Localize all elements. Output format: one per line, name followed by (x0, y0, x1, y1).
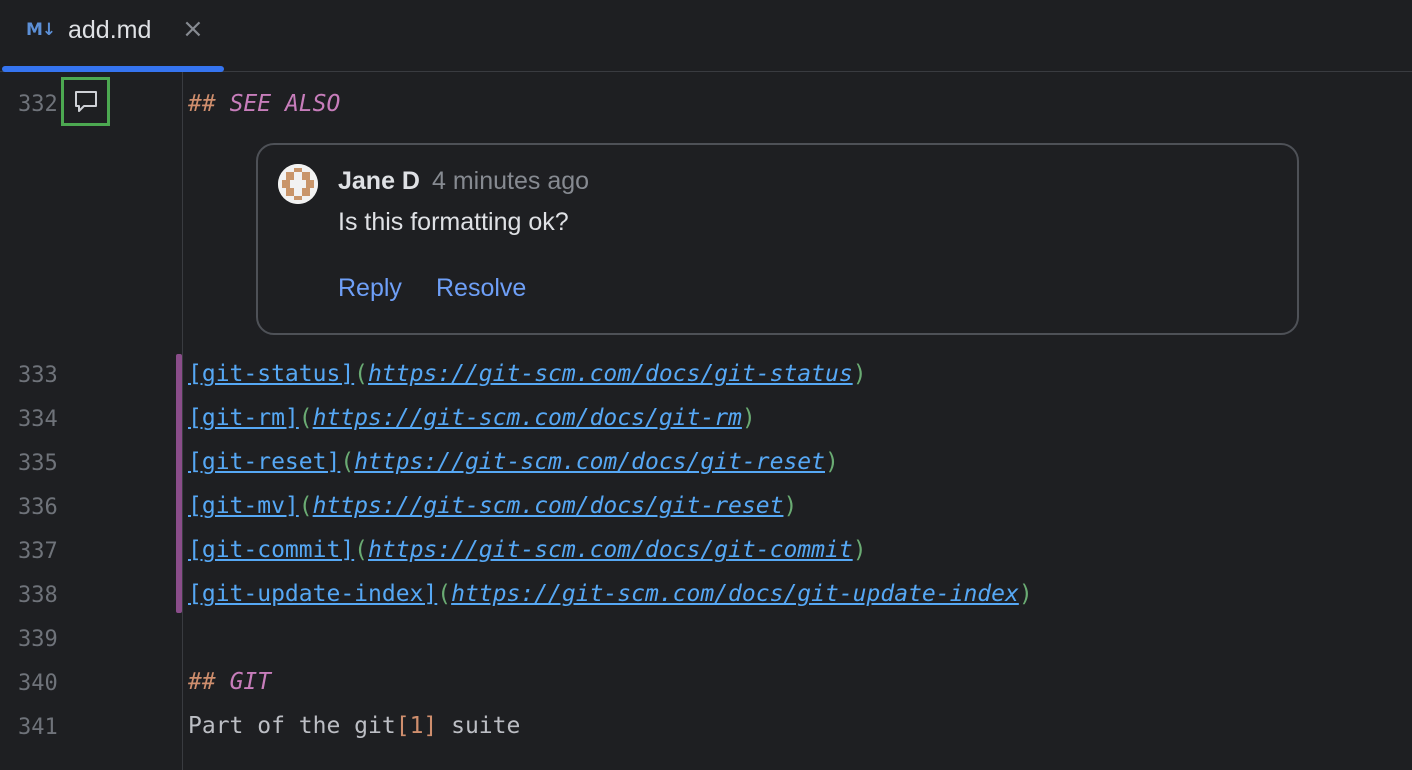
link-text[interactable]: [git-commit] (188, 537, 354, 563)
code-line-link[interactable]: [git-reset](https://git-scm.com/docs/git… (188, 449, 839, 475)
link-text[interactable]: [git-mv] (188, 493, 299, 519)
code-line-link[interactable]: [git-update-index](https://git-scm.com/d… (188, 581, 1033, 607)
paren: ( (354, 537, 369, 563)
line-number: 337 (18, 539, 58, 564)
heading-text: GIT (229, 669, 272, 695)
paren: ( (298, 405, 313, 431)
paren: ) (1018, 581, 1033, 607)
plain-text: suite (437, 713, 521, 739)
paren: ) (852, 537, 867, 563)
code-line-git-heading[interactable]: ## GIT (188, 669, 271, 695)
code-line-link[interactable]: [git-status](https://git-scm.com/docs/gi… (188, 361, 867, 387)
line-number: 335 (18, 451, 58, 476)
code-line-see-also[interactable]: ## SEE ALSO (188, 91, 340, 117)
tab-add-md[interactable]: M↓ add.md × (2, 0, 224, 72)
line-number: 333 (18, 363, 58, 388)
link-text[interactable]: [git-reset] (188, 449, 340, 475)
line-number: 341 (18, 715, 58, 740)
code-line-text[interactable]: Part of the git[1] suite (188, 713, 520, 739)
comment-marker[interactable] (61, 77, 110, 126)
line-number: 338 (18, 583, 58, 608)
link-text[interactable]: [git-update-index] (188, 581, 437, 607)
paren: ( (298, 493, 313, 519)
line-number: 340 (18, 671, 58, 696)
paren: ) (825, 449, 839, 475)
vcs-change-marker[interactable] (176, 354, 182, 613)
comment-thread: Jane D 4 minutes ago Is this formatting … (256, 143, 1299, 335)
comment-icon (74, 90, 97, 112)
code-line-link[interactable]: [git-rm](https://git-scm.com/docs/git-rm… (188, 405, 756, 431)
comment-message: Is this formatting ok? (338, 208, 569, 236)
heading-marker: ## (188, 91, 216, 117)
plain-text: Part of the git (188, 713, 396, 739)
paren: ( (437, 581, 452, 607)
link-url[interactable]: https://git-scm.com/docs/git-reset (313, 493, 784, 519)
code-line-link[interactable]: [git-mv](https://git-scm.com/docs/git-re… (188, 493, 797, 519)
editor-tab-bar: M↓ add.md × (0, 0, 1412, 72)
gutter-divider (182, 72, 183, 770)
avatar-icon (278, 164, 318, 204)
tab-title: add.md (68, 16, 152, 44)
resolve-button[interactable]: Resolve (436, 274, 526, 303)
comment-author: Jane D (338, 167, 420, 195)
heading-marker: ## (188, 669, 216, 695)
link-url[interactable]: https://git-scm.com/docs/git-commit (368, 537, 853, 563)
reply-button[interactable]: Reply (338, 274, 402, 303)
paren: ( (354, 361, 369, 387)
link-url[interactable]: https://git-scm.com/docs/git-update-inde… (451, 581, 1019, 607)
line-number: 336 (18, 495, 58, 520)
paren: ) (852, 361, 867, 387)
link-url[interactable]: https://git-scm.com/docs/git-status (368, 361, 853, 387)
comment-timestamp: 4 minutes ago (432, 167, 590, 195)
markdown-icon: M↓ (26, 20, 56, 40)
heading-text: SEE ALSO (229, 91, 341, 117)
link-url[interactable]: https://git-scm.com/docs/git-rm (313, 405, 742, 431)
paren: ( (340, 449, 355, 475)
reference-marker: [1] (395, 713, 438, 739)
avatar (278, 164, 318, 204)
paren: ) (741, 405, 756, 431)
code-line-link[interactable]: [git-commit](https://git-scm.com/docs/gi… (188, 537, 867, 563)
line-number: 339 (18, 627, 58, 652)
line-number: 334 (18, 407, 58, 432)
link-url[interactable]: https://git-scm.com/docs/git-reset (354, 449, 825, 475)
active-tab-indicator (2, 66, 224, 72)
link-text[interactable]: [git-status] (188, 361, 354, 387)
paren: ) (783, 493, 798, 519)
close-icon[interactable]: × (182, 14, 204, 44)
link-text[interactable]: [git-rm] (188, 405, 299, 431)
